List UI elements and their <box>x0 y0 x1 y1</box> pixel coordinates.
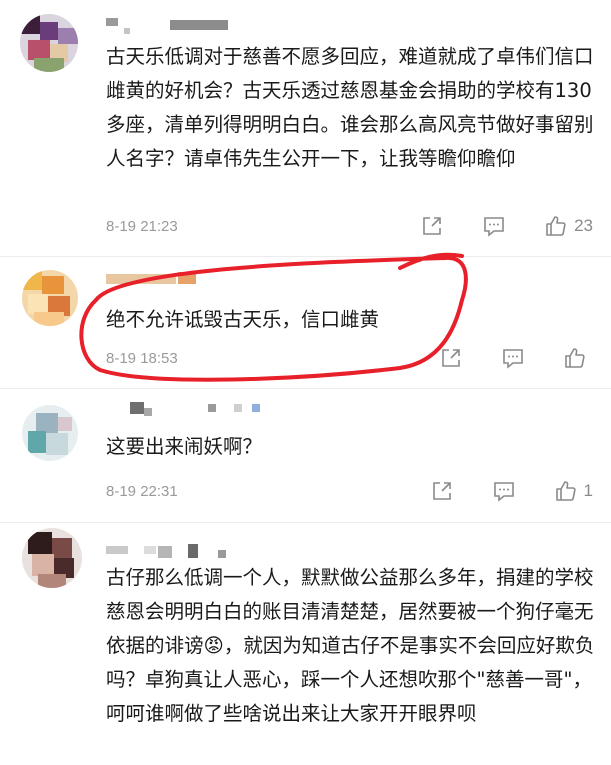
comment-icon[interactable] <box>482 214 506 238</box>
comment-text: 绝不允许诋毁古天乐，信口雌黄 <box>106 308 380 331</box>
comment-icon[interactable] <box>501 346 525 370</box>
username-blurred[interactable] <box>106 270 206 294</box>
comment-text: 这要出来闹妖啊？ <box>106 435 263 458</box>
like-icon[interactable] <box>544 214 568 238</box>
comment-actions <box>439 346 593 370</box>
like-icon[interactable] <box>554 479 578 503</box>
username-blurred[interactable] <box>106 16 236 42</box>
comment-actions: 1 <box>430 479 593 503</box>
comment-time: 8-19 21:23 <box>106 218 178 235</box>
like-count: 1 <box>583 481 593 500</box>
avatar[interactable] <box>20 14 78 72</box>
divider <box>0 256 611 257</box>
comment-actions: 23 <box>420 214 593 238</box>
comment-text: 古仔那么低调一个人，默默做公益那么多年，捐建的学校慈恩会明明白白的账目清清楚楚，… <box>106 566 595 725</box>
share-icon[interactable] <box>430 479 454 503</box>
avatar[interactable] <box>22 270 78 326</box>
comment-time: 8-19 22:31 <box>106 483 178 500</box>
avatar[interactable] <box>22 528 82 588</box>
divider <box>0 388 611 389</box>
share-icon[interactable] <box>439 346 463 370</box>
share-icon[interactable] <box>420 214 444 238</box>
divider <box>0 522 611 523</box>
like-count: 23 <box>574 216 593 235</box>
avatar[interactable] <box>22 405 78 461</box>
comment-icon[interactable] <box>492 479 516 503</box>
comment-time: 8-19 18:53 <box>106 350 178 367</box>
username-blurred[interactable] <box>130 398 280 424</box>
comment-text: 古天乐低调对于慈善不愿多回应，难道就成了卓伟们信口雌黄的好机会？古天乐透过慈恩基… <box>106 45 594 170</box>
like-icon[interactable] <box>563 346 587 370</box>
